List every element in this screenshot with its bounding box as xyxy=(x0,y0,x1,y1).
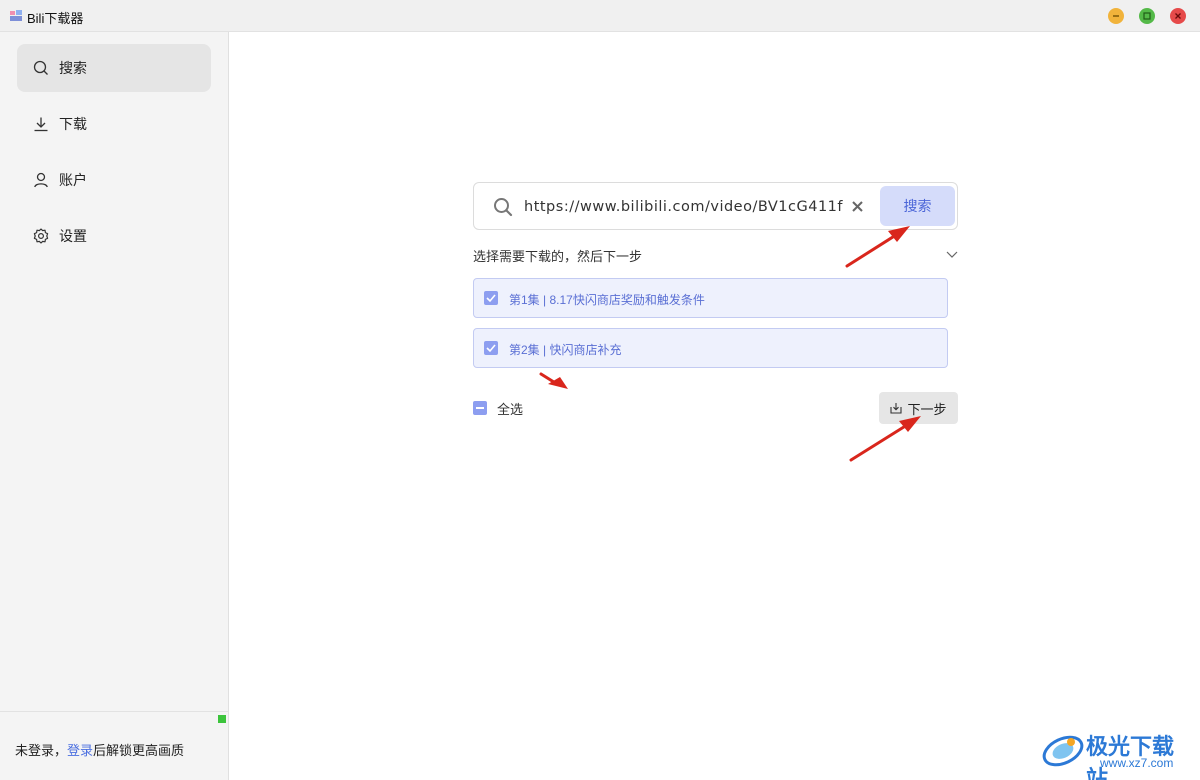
search-bar: 搜索 xyxy=(473,182,958,230)
login-hint-prefix: 未登录， xyxy=(15,743,68,758)
app-logo-icon xyxy=(10,10,22,22)
app-title: Bili下载器 xyxy=(27,11,84,26)
select-all-label: 全选 xyxy=(497,401,524,417)
minimize-icon xyxy=(1113,15,1119,17)
download-box-icon xyxy=(890,403,903,414)
next-step-button[interactable]: 下一步 xyxy=(879,392,958,424)
sidebar-item-settings[interactable]: 设置 xyxy=(17,212,211,260)
sidebar-item-search[interactable]: 搜索 xyxy=(17,44,211,92)
search-icon xyxy=(494,198,513,217)
clear-icon[interactable] xyxy=(850,199,866,215)
annotation-arrow xyxy=(845,226,910,268)
login-hint: 未登录，登录后解锁更高画质 xyxy=(15,740,184,759)
url-input[interactable] xyxy=(524,195,844,219)
episode-item[interactable]: 第1集 | 8.17快闪商店奖励和触发条件 xyxy=(473,278,948,318)
close-icon xyxy=(1175,13,1181,19)
checkmark-icon xyxy=(486,344,496,353)
search-button[interactable]: 搜索 xyxy=(880,186,955,226)
episode-checkbox[interactable] xyxy=(484,341,498,355)
sidebar-item-download[interactable]: 下载 xyxy=(17,100,211,148)
episode-checkbox[interactable] xyxy=(484,291,498,305)
sidebar-footer: 未登录，登录后解锁更高画质 xyxy=(0,711,229,780)
login-hint-suffix: 后解锁更高画质 xyxy=(93,743,185,758)
minimize-button[interactable] xyxy=(1108,8,1124,24)
watermark-logo-icon xyxy=(1042,735,1084,767)
instruction-text: 选择需要下载的，然后下一步 xyxy=(473,249,643,264)
download-icon xyxy=(34,117,48,132)
select-all-checkbox[interactable]: 全选 xyxy=(473,400,524,417)
maximize-button[interactable] xyxy=(1139,8,1155,24)
watermark-title: 极光下载站 xyxy=(1086,734,1175,780)
checkmark-icon xyxy=(486,294,496,303)
sidebar-item-label: 搜索 xyxy=(59,60,87,76)
episode-title: 第1集 | 8.17快闪商店奖励和触发条件 xyxy=(509,293,705,307)
episode-title: 第2集 | 快闪商店补充 xyxy=(509,343,622,357)
indeterminate-checkbox-icon xyxy=(473,401,487,415)
next-step-label: 下一步 xyxy=(907,401,947,417)
watermark-url: www.xz7.com xyxy=(1100,756,1174,770)
gear-icon xyxy=(33,228,49,244)
annotation-arrow xyxy=(539,372,568,389)
episode-item[interactable]: 第2集 | 快闪商店补充 xyxy=(473,328,948,368)
sidebar: 搜索 下载 账户 设置 未登录，登录后解锁更高画质 xyxy=(0,32,229,780)
sidebar-item-label: 账户 xyxy=(59,172,87,188)
search-icon xyxy=(33,60,48,75)
chevron-down-icon[interactable] xyxy=(945,248,959,260)
login-link[interactable]: 登录 xyxy=(67,743,93,758)
maximize-icon xyxy=(1143,12,1151,20)
sidebar-item-label: 设置 xyxy=(59,228,87,244)
sidebar-item-account[interactable]: 账户 xyxy=(17,156,211,204)
watermark: 极光下载站 www.xz7.com xyxy=(1040,725,1192,780)
title-bar: Bili下载器 xyxy=(0,0,1200,32)
sidebar-item-label: 下载 xyxy=(59,116,87,132)
status-indicator xyxy=(218,715,226,723)
user-icon xyxy=(34,172,48,188)
close-button[interactable] xyxy=(1170,8,1186,24)
